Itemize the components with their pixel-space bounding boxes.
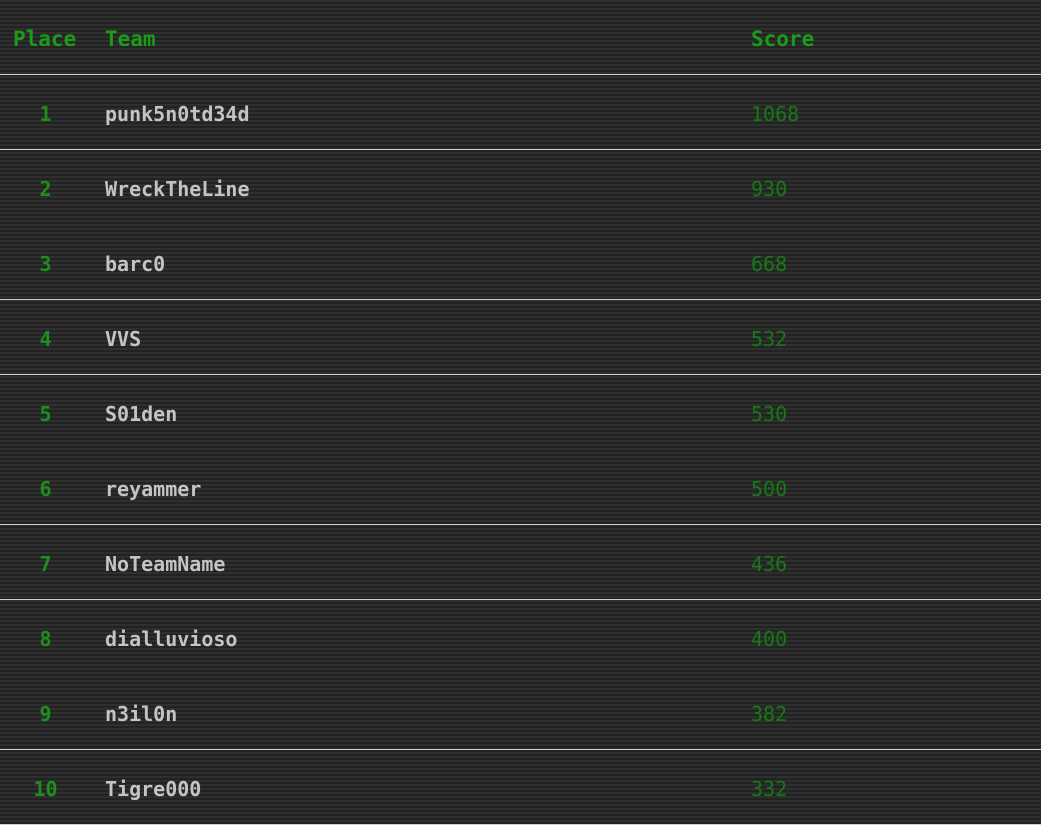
score-cell: 930 — [751, 177, 788, 201]
table-row[interactable]: 6 reyammer 500 — [0, 450, 1041, 525]
team-name-cell[interactable]: n3il0n — [105, 701, 177, 727]
team-name-cell[interactable]: NoTeamName — [105, 551, 225, 577]
score-cell: 436 — [751, 552, 788, 576]
scoreboard-body: 1 punk5n0td34d 1068 2 WreckTheLine 930 3 barc0 6… — [0, 75, 1041, 825]
place-cell: 3 — [39, 252, 52, 276]
score-cell: 382 — [751, 702, 788, 726]
score-cell: 1068 — [751, 102, 800, 126]
place-cell: 7 — [39, 552, 52, 576]
team-name-cell[interactable]: barc0 — [105, 251, 165, 277]
score-cell: 500 — [751, 477, 788, 501]
place-cell: 9 — [39, 702, 52, 726]
table-row[interactable]: 9 n3il0n 382 — [0, 675, 1041, 750]
place-column-header[interactable]: Place — [13, 26, 76, 52]
table-row[interactable]: 10 Tigre000 332 — [0, 750, 1041, 825]
team-column-header[interactable]: Team — [105, 26, 156, 52]
scoreboard-table: Place Team Score 1 punk5n0td34d 1068 2 Wreck… — [0, 0, 1041, 825]
place-cell: 2 — [39, 177, 52, 201]
table-row[interactable]: 5 S01den 530 — [0, 375, 1041, 450]
place-cell: 10 — [33, 777, 58, 801]
team-name-cell[interactable]: S01den — [105, 401, 177, 427]
place-cell: 5 — [39, 402, 52, 426]
place-cell: 6 — [39, 477, 52, 501]
score-cell: 530 — [751, 402, 788, 426]
place-cell: 8 — [39, 627, 52, 651]
table-row[interactable]: 2 WreckTheLine 930 — [0, 150, 1041, 225]
table-row[interactable]: 3 barc0 668 — [0, 225, 1041, 300]
team-name-cell[interactable]: Tigre000 — [105, 776, 201, 802]
team-name-cell[interactable]: VVS — [105, 326, 141, 352]
place-cell: 4 — [39, 327, 52, 351]
score-cell: 532 — [751, 327, 788, 351]
team-name-cell[interactable]: punk5n0td34d — [105, 101, 250, 127]
score-column-header[interactable]: Score — [751, 26, 814, 52]
table-row[interactable]: 1 punk5n0td34d 1068 — [0, 75, 1041, 150]
team-name-cell[interactable]: dialluvioso — [105, 626, 237, 652]
place-cell: 1 — [39, 102, 52, 126]
score-cell: 332 — [751, 777, 788, 801]
score-cell: 400 — [751, 627, 788, 651]
team-name-cell[interactable]: WreckTheLine — [105, 176, 250, 202]
scoreboard-header: Place Team Score — [0, 0, 1041, 75]
table-row[interactable]: 4 VVS 532 — [0, 300, 1041, 375]
score-cell: 668 — [751, 252, 788, 276]
table-row[interactable]: 7 NoTeamName 436 — [0, 525, 1041, 600]
table-row[interactable]: 8 dialluvioso 400 — [0, 600, 1041, 675]
team-name-cell[interactable]: reyammer — [105, 476, 201, 502]
